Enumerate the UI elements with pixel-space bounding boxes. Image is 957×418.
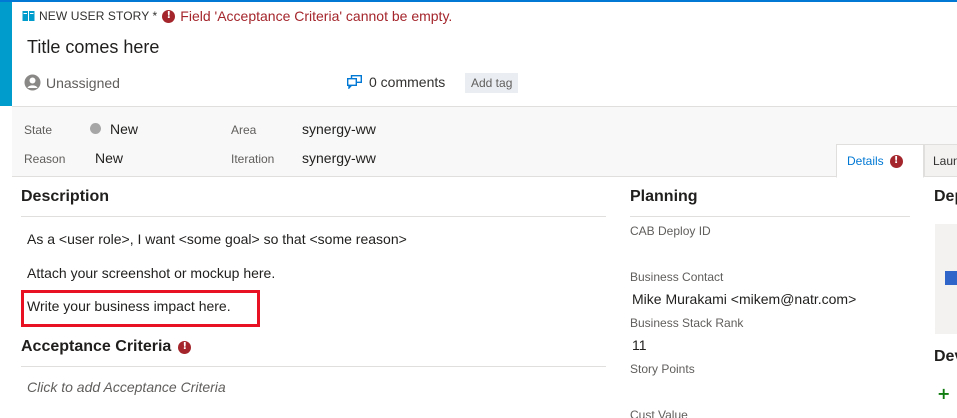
tab-details[interactable]: Details ! [836, 144, 924, 178]
title-field[interactable]: Title comes here [27, 37, 159, 58]
work-item-type-color-bar [0, 2, 12, 106]
assignee-label: Unassigned [46, 74, 120, 91]
deployment-illustration [935, 224, 957, 334]
add-link-plus-icon[interactable]: + [937, 384, 950, 403]
state-indicator-dot [90, 123, 101, 134]
comments-link[interactable]: 0 comments [347, 74, 445, 90]
tab-error-icon: ! [889, 154, 903, 168]
error-icon: ! [162, 9, 176, 23]
details-content: Description As a <user role>, I want <so… [12, 178, 957, 418]
reason-dropdown[interactable]: New [95, 150, 123, 166]
acceptance-criteria-heading-text: Acceptance Criteria [21, 338, 172, 355]
acceptance-criteria-heading: Acceptance Criteria ! [21, 338, 196, 356]
book-icon [22, 10, 35, 22]
development-heading: Dev [934, 348, 957, 366]
planning-heading: Planning [630, 188, 698, 206]
story-points-label: Story Points [630, 362, 695, 376]
iteration-path-picker[interactable]: synergy-ww [302, 150, 376, 166]
work-item-fields-strip: State New Reason New Area synergy-ww Ite… [12, 106, 957, 178]
cust-value-label: Cust Value [630, 408, 688, 418]
deployment-heading: Dep [934, 188, 957, 206]
business-contact-field[interactable]: Mike Murakami <mikem@natr.com> [632, 291, 856, 307]
add-tag-button[interactable]: Add tag [465, 73, 519, 93]
business-stack-rank-label: Business Stack Rank [630, 316, 744, 330]
work-item-type-label: NEW USER STORY * [39, 9, 158, 23]
comments-count: 0 comments [369, 74, 446, 90]
description-heading-text: Description [21, 188, 110, 205]
planning-heading-text: Planning [630, 188, 698, 205]
planning-divider [630, 216, 910, 217]
description-heading: Description [21, 188, 109, 206]
acceptance-divider [21, 366, 606, 367]
state-label: State [24, 123, 53, 137]
tab-launch[interactable]: Launc [924, 144, 957, 177]
state-dropdown[interactable]: New [110, 121, 138, 137]
business-contact-label: Business Contact [630, 270, 724, 284]
header-meta-row: Unassigned 0 comments Add tag [24, 73, 724, 94]
validation-error-message: Field 'Acceptance Criteria' cannot be em… [180, 8, 453, 24]
deployment-glyph-icon [945, 271, 957, 285]
error-icon: ! [178, 340, 192, 354]
tab-details-label: Details [847, 154, 884, 168]
description-line[interactable]: As a <user role>, I want <some goal> so … [27, 231, 407, 247]
development-heading-text: Dev [934, 348, 957, 365]
description-line[interactable]: Attach your screenshot or mockup here. [27, 265, 275, 281]
reason-label: Reason [24, 152, 66, 166]
business-stack-rank-field[interactable]: 11 [632, 337, 647, 353]
cab-deploy-id-input[interactable] [630, 240, 900, 264]
comment-icon [347, 75, 362, 89]
acceptance-criteria-editor[interactable]: Click to add Acceptance Criteria [27, 379, 226, 395]
iteration-label: Iteration [231, 152, 275, 166]
unassigned-avatar-icon [24, 74, 41, 91]
business-impact-highlight [21, 290, 260, 327]
cab-deploy-id-label: CAB Deploy ID [630, 224, 711, 238]
area-label: Area [231, 123, 257, 137]
work-item-form: NEW USER STORY * ! Field 'Acceptance Cri… [0, 0, 957, 418]
area-path-picker[interactable]: synergy-ww [302, 121, 376, 137]
tab-launch-label: Launc [933, 153, 957, 168]
deployment-heading-text: Dep [934, 188, 957, 205]
work-item-header: NEW USER STORY * ! Field 'Acceptance Cri… [12, 2, 957, 106]
story-points-input[interactable] [630, 378, 900, 402]
assignee-picker[interactable]: Unassigned [24, 74, 120, 91]
work-item-type-row: NEW USER STORY * ! Field 'Acceptance Cri… [22, 7, 452, 25]
description-divider [21, 216, 606, 217]
